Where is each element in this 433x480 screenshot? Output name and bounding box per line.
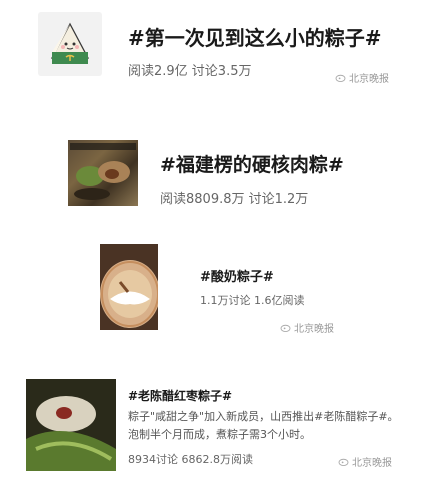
watermark-text: 北京晚报 [352,458,392,469]
watermark: 北京晚报 [338,454,392,469]
card-3-stats: 1.1万讨论 1.6亿阅读 [200,294,305,307]
card-1-stats: 阅读2.9亿 讨论3.5万 [128,64,252,79]
vinegar-zongzi-photo[interactable] [26,379,116,471]
yogurt-zongzi-photo[interactable] [100,244,158,330]
card-4-stats: 8934讨论 6862.8万阅读 [128,453,253,466]
card-1-title[interactable]: #第一次见到这么小的粽子# [128,22,382,51]
watermark-text: 北京晚报 [349,74,389,85]
card-2-title[interactable]: #福建楞的硬核肉粽# [160,150,344,177]
card-3-title[interactable]: #酸奶粽子# [200,266,274,285]
topic-card-4[interactable]: #老陈醋红枣粽子# 粽子"咸甜之争"加入新成员，山西推出#老陈醋粽子#。 泡制半… [0,375,433,475]
card-4-desc-line-1: 粽子"咸甜之争"加入新成员，山西推出#老陈醋粽子#。 [128,410,399,423]
meat-zongzi-photo[interactable] [68,140,138,206]
card-4-title[interactable]: #老陈醋红枣粽子# [128,387,232,404]
topic-card-3[interactable]: #酸奶粽子# 1.1万讨论 1.6亿阅读 北京晚报 [0,240,433,340]
watermark: 北京晚报 [335,70,389,85]
card-4-desc-line-2: 泡制半个月而成，煮粽子需3个小时。 [128,428,311,441]
zongzi-cartoon-icon[interactable] [38,12,102,76]
topic-card-2[interactable]: #福建楞的硬核肉粽# 阅读8809.8万 讨论1.2万 [0,130,433,220]
weibo-icon [335,74,346,82]
watermark-text: 北京晚报 [294,324,334,335]
weibo-icon [280,324,291,332]
card-2-stats: 阅读8809.8万 讨论1.2万 [160,192,309,207]
topic-card-1[interactable]: #第一次见到这么小的粽子# 阅读2.9亿 讨论3.5万 北京晚报 [0,0,433,100]
weibo-icon [338,458,349,466]
watermark: 北京晚报 [280,320,334,335]
